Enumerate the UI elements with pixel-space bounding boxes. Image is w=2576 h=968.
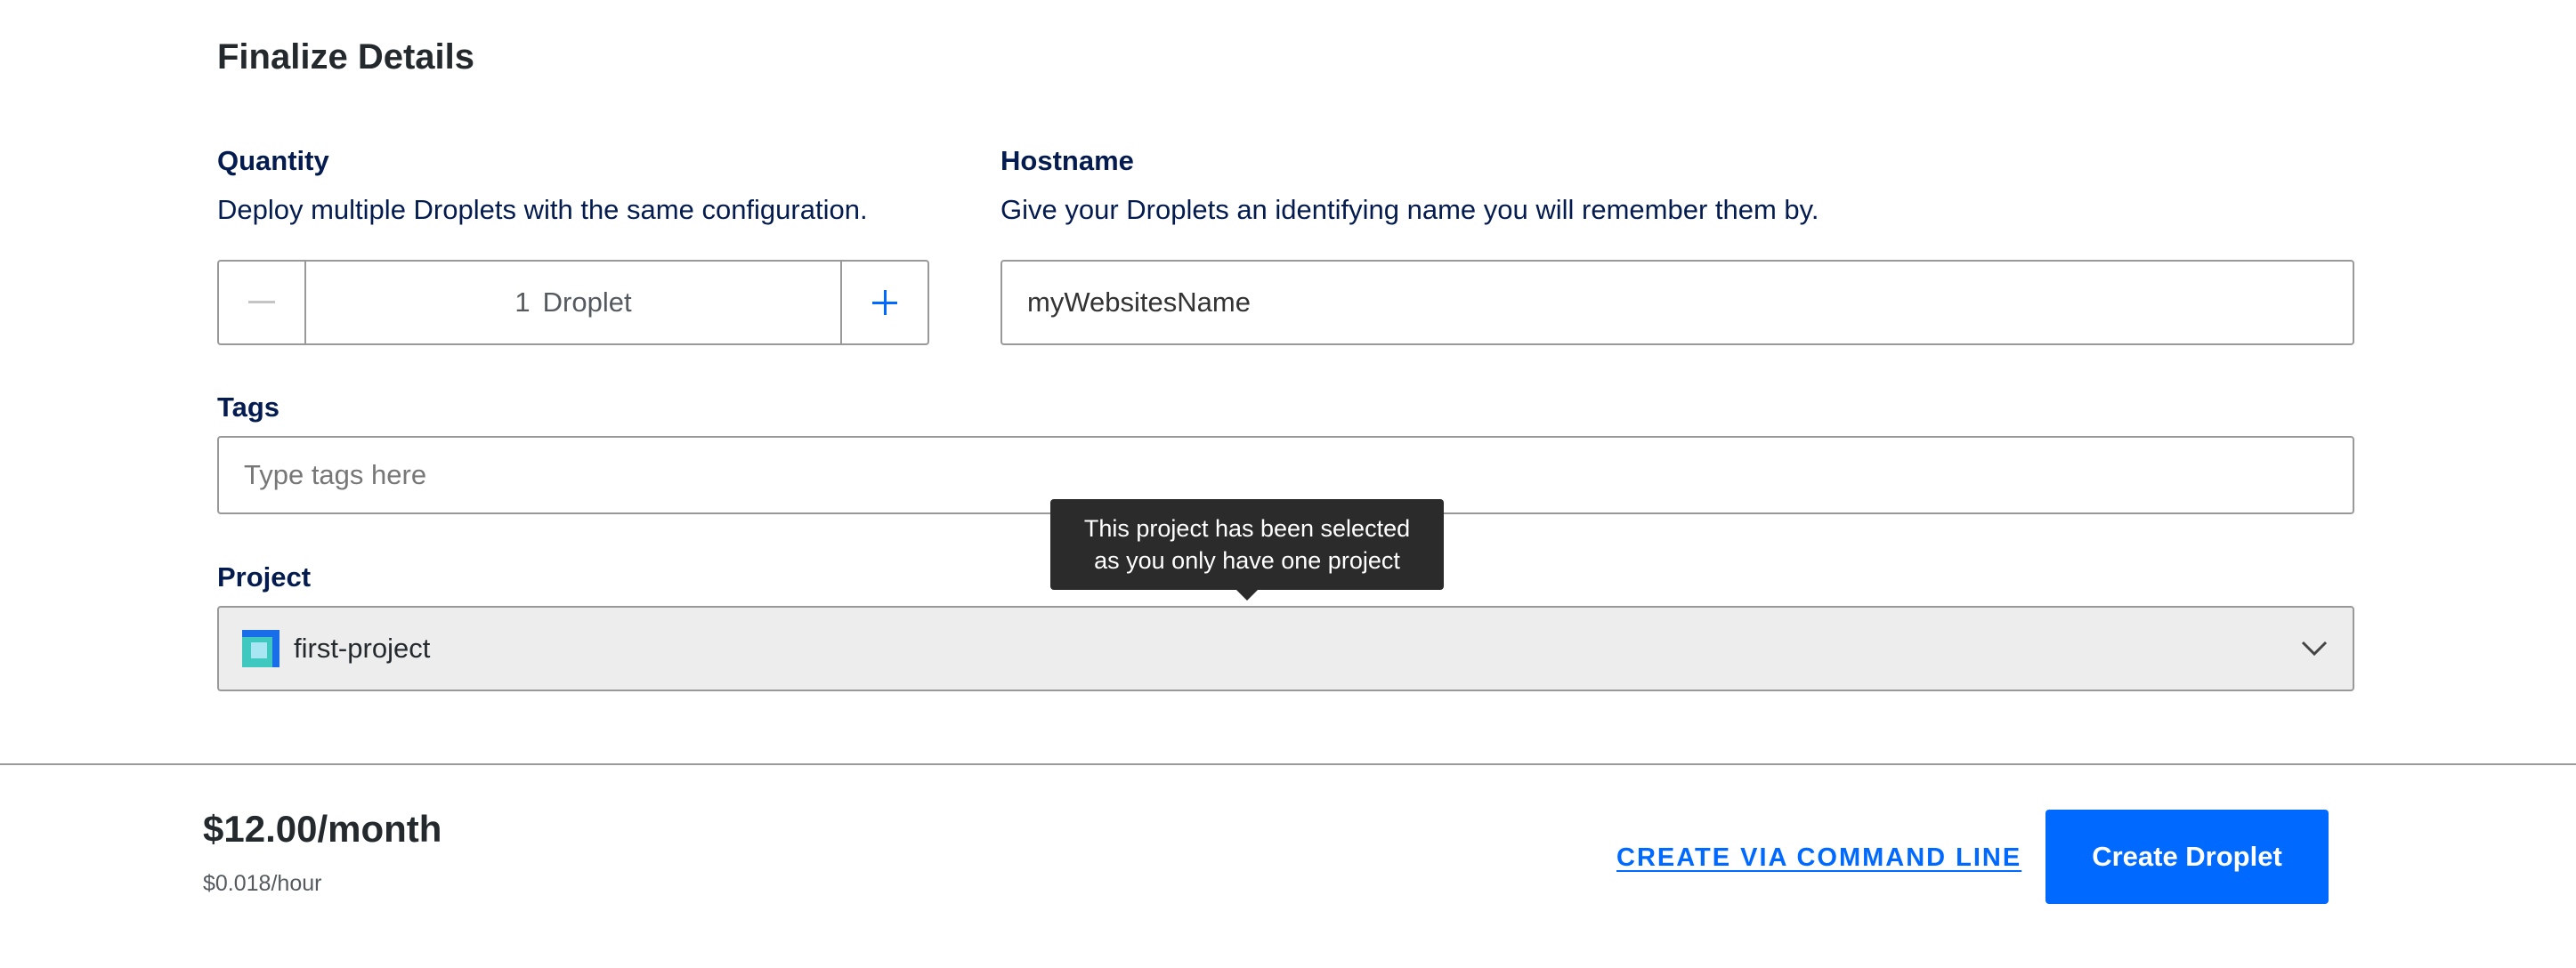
increment-button[interactable] [840, 262, 928, 343]
project-label: Project [217, 561, 312, 593]
chevron-down-icon [2301, 641, 2328, 657]
quantity-value[interactable]: 1 Droplet [306, 262, 840, 343]
create-droplet-button[interactable]: Create Droplet [2045, 810, 2329, 904]
tooltip-text: This project has been selected as you on… [1083, 515, 1411, 574]
decrement-button[interactable] [219, 262, 306, 343]
quantity-help-text: Deploy multiple Droplets with the same c… [217, 194, 868, 225]
plus-icon [872, 290, 897, 315]
hostname-field-wrapper [1000, 260, 2354, 345]
monthly-price: $12.00/month [203, 808, 442, 850]
section-title: Finalize Details [217, 37, 474, 77]
hourly-price: $0.018/hour [203, 871, 322, 896]
project-select[interactable]: first-project [217, 606, 2354, 691]
hostname-help-text: Give your Droplets an identifying name y… [1000, 194, 1819, 225]
tags-label: Tags [217, 391, 280, 423]
quantity-label: Quantity [217, 145, 329, 176]
project-icon [242, 630, 279, 667]
footer-bar: $12.00/month $0.018/hour CREATE VIA COMM… [0, 763, 2576, 968]
project-tooltip: This project has been selected as you on… [1050, 499, 1444, 601]
project-selected-value: first-project [294, 633, 431, 664]
hostname-label: Hostname [1000, 145, 1134, 176]
quantity-unit: Droplet [542, 286, 632, 318]
quantity-stepper: 1 Droplet [217, 260, 929, 345]
create-via-command-line-link[interactable]: CREATE VIA COMMAND LINE [1616, 840, 2021, 875]
quantity-count: 1 [514, 286, 531, 318]
minus-icon [248, 301, 275, 303]
hostname-input[interactable] [1002, 262, 2353, 343]
